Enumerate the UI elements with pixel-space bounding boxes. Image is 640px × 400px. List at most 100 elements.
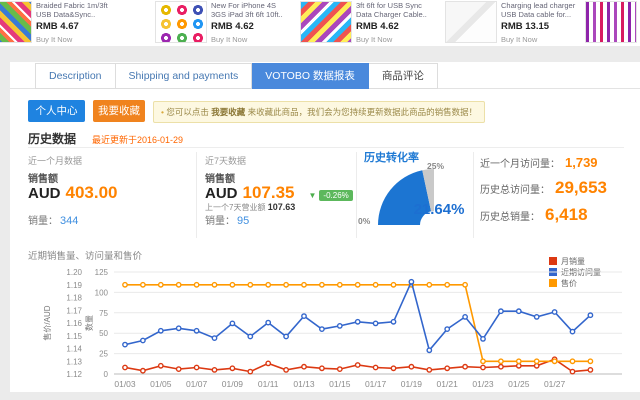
week-qty-value: 95	[237, 215, 249, 227]
product-image	[300, 1, 352, 43]
free-shipping-label: Free shipping	[36, 44, 81, 45]
profile-center-button[interactable]: 个人中心	[28, 100, 85, 122]
svg-text:1.18: 1.18	[66, 294, 82, 303]
product-price: RMB 4.62	[211, 21, 295, 32]
product-image	[585, 1, 637, 43]
favorite-notice-bar: • 您可以点击 我要收藏 来收藏此商品，我们会为您持续更新数据此商品的销售数据！	[153, 101, 485, 123]
svg-text:125: 125	[95, 268, 109, 277]
week-period-label: 近7天数据	[205, 154, 246, 167]
product-price: RMB 4.62	[356, 21, 440, 32]
tab-votobo-report[interactable]: VOTOBO 数据报表	[252, 63, 369, 89]
product-title: Data Charger Cable..	[356, 10, 440, 19]
week-currency: AUD	[205, 185, 238, 202]
history-section-title: 历史数据	[28, 130, 76, 147]
stats-divider	[196, 152, 197, 238]
change-percent-badge: -0.26%	[319, 190, 352, 201]
tab-shipping-payments[interactable]: Shipping and payments	[116, 63, 253, 89]
month-qty-value: 344	[60, 215, 78, 227]
svg-text:01/23: 01/23	[472, 379, 494, 389]
last-updated-label: 最近更新于2016-01-29	[92, 133, 183, 146]
product-card[interactable]: Charging lead charger USB Data cable for…	[445, 1, 587, 45]
svg-text:1.15: 1.15	[66, 332, 82, 341]
svg-text:01/17: 01/17	[365, 379, 387, 389]
buy-it-now-label: Buy It Now	[356, 35, 392, 44]
svg-text:01/21: 01/21	[437, 379, 459, 389]
svg-text:1.20: 1.20	[66, 268, 82, 277]
stats-divider	[473, 152, 474, 238]
product-card[interactable]: New For iPhone 4S 3GS iPad 3ft 6ft 10ft.…	[155, 1, 297, 45]
gauge-min-label: 0%	[358, 216, 370, 226]
month-visits-label: 近一个月访问量：	[480, 155, 560, 170]
svg-text:01/11: 01/11	[258, 379, 279, 389]
total-visits-label: 历史总访问量：	[480, 181, 550, 196]
month-currency: AUD	[28, 185, 61, 202]
svg-text:50: 50	[99, 329, 108, 338]
week-sales-amount: 107.35	[243, 183, 295, 203]
sales-visits-price-chart: 0 25 50 75 100 125 1.12 1.13 1.14 1.15 1.16 1.17 1.1…	[30, 258, 636, 396]
product-title: USB Data&Sync..	[36, 10, 120, 19]
product-card[interactable]: 3ft 6ft for USB Sync Data Charger Cable.…	[300, 1, 442, 45]
product-price: RMB 13.15	[501, 21, 585, 32]
stats-divider	[356, 152, 357, 238]
product-title: USB Data cable for...	[501, 10, 585, 19]
total-sales-label: 历史总销量：	[480, 208, 540, 223]
month-period-label: 近一个月数据	[28, 154, 82, 167]
svg-text:售价/AUD: 售价/AUD	[42, 305, 52, 340]
add-favorite-button[interactable]: 我要收藏	[93, 100, 145, 122]
svg-text:1.14: 1.14	[66, 345, 82, 354]
notice-favorite-keyword: 我要收藏	[211, 107, 245, 117]
prev-week-label: 上一个7天营业额	[205, 203, 265, 212]
free-shipping-label: Free shipping	[211, 44, 256, 45]
svg-text:01/09: 01/09	[222, 379, 244, 389]
listing-tabbar: Description Shipping and payments VOTOBO…	[35, 63, 438, 89]
trend-down-icon: ▼	[309, 191, 317, 200]
svg-text:1.13: 1.13	[66, 357, 82, 366]
product-image	[445, 1, 497, 43]
buy-it-now-label: Buy It Now	[36, 35, 72, 44]
svg-text:01/15: 01/15	[329, 379, 351, 389]
related-products-strip: Braided Fabric 1m/3ft USB Data&Sync.. RM…	[0, 0, 640, 46]
product-title: New For iPhone 4S	[211, 1, 295, 10]
conversion-rate-value: 21.64%	[402, 201, 476, 218]
svg-text:100: 100	[95, 288, 109, 297]
svg-text:01/27: 01/27	[544, 379, 566, 389]
product-image	[0, 1, 32, 43]
total-visits-value: 29,653	[555, 178, 607, 198]
buy-it-now-label: Buy It Now	[211, 35, 247, 44]
prev-week-amount: 107.63	[268, 202, 296, 212]
notice-text: 来收藏此商品，我们会为您持续更新数据此商品的销售数据！	[245, 107, 477, 117]
product-title: 3ft 6ft for USB Sync	[356, 1, 440, 10]
product-image	[155, 1, 207, 43]
buy-it-now-label: Buy It Now	[501, 35, 537, 44]
tab-product-reviews[interactable]: 商品评论	[369, 63, 438, 89]
svg-text:1.19: 1.19	[66, 281, 82, 290]
svg-text:01/03: 01/03	[114, 379, 136, 389]
tab-description[interactable]: Description	[35, 63, 116, 89]
svg-text:1.12: 1.12	[66, 370, 82, 379]
svg-text:75: 75	[99, 309, 108, 318]
free-shipping-label: Free shipping	[356, 44, 401, 45]
svg-text:01/13: 01/13	[293, 379, 315, 389]
product-card[interactable]: Braided Fabric 1m/3ft USB Data&Sync.. RM…	[0, 1, 122, 45]
svg-text:01/25: 01/25	[508, 379, 530, 389]
page: Braided Fabric 1m/3ft USB Data&Sync.. RM…	[0, 0, 640, 400]
svg-text:0: 0	[104, 370, 109, 379]
conversion-gauge	[358, 160, 470, 232]
svg-text:25: 25	[99, 350, 108, 359]
svg-text:数量: 数量	[84, 315, 94, 331]
product-price: RMB 4.67	[36, 21, 120, 32]
gauge-max-label: 25%	[427, 161, 444, 171]
product-title: 3GS iPad 3ft 6ft 10ft..	[211, 10, 295, 19]
svg-text:1.17: 1.17	[66, 306, 82, 315]
product-card[interactable]	[585, 1, 640, 45]
section-divider	[28, 147, 624, 148]
svg-text:1.16: 1.16	[66, 319, 82, 328]
svg-text:01/19: 01/19	[401, 379, 423, 389]
month-qty-label: 销量：	[28, 216, 58, 227]
svg-text:01/07: 01/07	[186, 379, 208, 389]
product-title: Braided Fabric 1m/3ft	[36, 1, 120, 10]
month-sales-amount: 403.00	[66, 183, 118, 203]
svg-text:01/05: 01/05	[150, 379, 172, 389]
product-title: Charging lead charger	[501, 1, 585, 10]
week-qty-label: 销量：	[205, 216, 235, 227]
